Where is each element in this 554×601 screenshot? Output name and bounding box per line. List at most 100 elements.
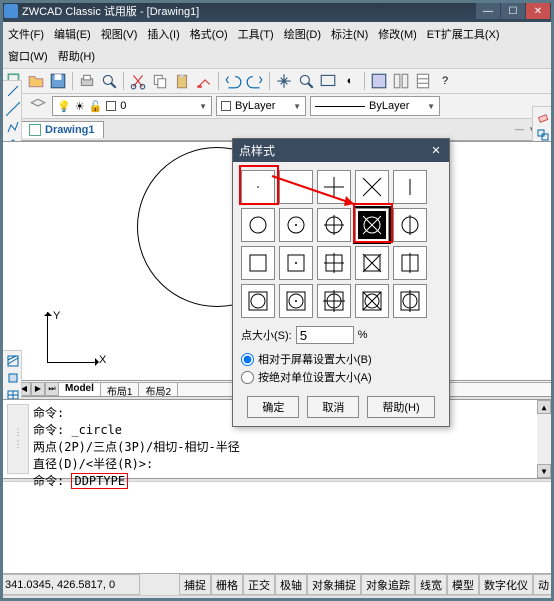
open-icon[interactable] xyxy=(26,71,46,91)
menu-dimension[interactable]: 标注(N) xyxy=(327,24,372,44)
pstyle-sqcircle-plus[interactable] xyxy=(317,284,351,318)
status-tablet[interactable]: 数字化仪 xyxy=(479,574,533,595)
pstyle-sqcircle-tick[interactable] xyxy=(393,284,427,318)
pstyle-sqcircle[interactable] xyxy=(241,284,275,318)
xline-icon[interactable] xyxy=(5,101,21,117)
pstyle-sqcircle-dot[interactable] xyxy=(279,284,313,318)
last-tab-icon[interactable]: ⏭ xyxy=(45,382,59,396)
pstyle-square-tick[interactable] xyxy=(393,246,427,280)
menu-et[interactable]: ET扩展工具(X) xyxy=(423,24,504,44)
cut-icon[interactable] xyxy=(128,71,148,91)
pstyle-plus[interactable] xyxy=(317,170,351,204)
status-dyn[interactable]: 动 xyxy=(533,574,554,595)
maximize-button[interactable]: ☐ xyxy=(501,3,525,19)
polyline-icon[interactable] xyxy=(5,119,21,135)
layer-color-swatch xyxy=(106,101,116,111)
status-snap[interactable]: 捕捉 xyxy=(179,574,211,595)
design-center-icon[interactable] xyxy=(391,71,411,91)
tab-layout1[interactable]: 布局1 xyxy=(101,383,140,396)
menu-view[interactable]: 视图(V) xyxy=(97,24,142,44)
copy-icon[interactable] xyxy=(150,71,170,91)
linetype-selector[interactable]: ByLayer ▼ xyxy=(310,96,440,116)
erase-icon[interactable] xyxy=(535,109,551,125)
next-tab-icon[interactable]: ▶ xyxy=(31,382,45,396)
undo-icon[interactable] xyxy=(223,71,243,91)
pstyle-square[interactable] xyxy=(241,246,275,280)
radio-relative[interactable] xyxy=(241,353,254,366)
props-icon[interactable] xyxy=(369,71,389,91)
status-model[interactable]: 模型 xyxy=(447,574,479,595)
menu-file[interactable]: 文件(F) xyxy=(4,24,48,44)
scroll-down-icon[interactable]: ▼ xyxy=(537,464,551,478)
zoom-rt-icon[interactable] xyxy=(296,71,316,91)
menu-window[interactable]: 窗口(W) xyxy=(4,46,52,66)
cancel-button[interactable]: 取消 xyxy=(307,396,359,418)
save-icon[interactable] xyxy=(48,71,68,91)
pstyle-dot[interactable] xyxy=(241,170,275,204)
close-button[interactable]: ✕ xyxy=(526,3,550,19)
pstyle-circle-plus[interactable] xyxy=(317,208,351,242)
dialog-titlebar[interactable]: 点样式 ✕ xyxy=(233,139,449,162)
pstyle-circle-dot[interactable] xyxy=(279,208,313,242)
statusbar: 341.0345, 426.5817, 0 捕捉 栅格 正交 极轴 对象捕捉 对… xyxy=(0,573,554,595)
calc-icon[interactable]: ? xyxy=(435,71,455,91)
status-polar[interactable]: 极轴 xyxy=(275,574,307,595)
region-icon[interactable] xyxy=(5,370,21,386)
size-input[interactable] xyxy=(296,326,354,344)
layer-selector[interactable]: 💡 ☀ 🔓 0 ▼ xyxy=(52,96,212,116)
sun-icon: ☀ xyxy=(75,100,85,113)
pstyle-x[interactable] xyxy=(355,170,389,204)
print-icon[interactable] xyxy=(77,71,97,91)
tool-palette-icon[interactable] xyxy=(413,71,433,91)
coords-readout[interactable]: 341.0345, 426.5817, 0 xyxy=(0,574,140,595)
menu-edit[interactable]: 编辑(E) xyxy=(50,24,95,44)
pstyle-circle-x[interactable] xyxy=(355,208,389,242)
menubar: 文件(F) 编辑(E) 视图(V) 插入(I) 格式(O) 工具(T) 绘图(D… xyxy=(0,22,554,69)
menu-insert[interactable]: 插入(I) xyxy=(143,24,183,44)
color-selector[interactable]: ByLayer ▼ xyxy=(216,96,306,116)
pstyle-circle[interactable] xyxy=(241,208,275,242)
status-osnap[interactable]: 对象捕捉 xyxy=(307,574,361,595)
preview-icon[interactable] xyxy=(99,71,119,91)
pan-icon[interactable] xyxy=(274,71,294,91)
command-handle[interactable]: ⋮⋮ xyxy=(7,404,29,474)
linetype-label: ByLayer xyxy=(369,100,409,112)
zoom-prev-icon[interactable]: ◐ xyxy=(340,71,360,91)
dialog-close-icon[interactable]: ✕ xyxy=(429,144,443,158)
paste-icon[interactable] xyxy=(172,71,192,91)
radio-absolute[interactable] xyxy=(241,371,254,384)
scroll-up-icon[interactable]: ▲ xyxy=(537,400,551,414)
ok-button[interactable]: 确定 xyxy=(247,396,299,418)
minimize-button[interactable]: — xyxy=(476,3,500,19)
tab-model[interactable]: Model xyxy=(59,383,101,396)
pstyle-none[interactable] xyxy=(279,170,313,204)
pstyle-sqcircle-x[interactable] xyxy=(355,284,389,318)
status-otrack[interactable]: 对象追踪 xyxy=(361,574,415,595)
document-tab[interactable]: Drawing1 xyxy=(20,121,104,138)
menu-draw[interactable]: 绘图(D) xyxy=(280,24,325,44)
menu-help[interactable]: 帮助(H) xyxy=(54,46,99,66)
menu-tools[interactable]: 工具(T) xyxy=(234,24,278,44)
pstyle-circle-tick[interactable] xyxy=(393,208,427,242)
line-icon[interactable] xyxy=(5,83,21,99)
layer-states-icon[interactable] xyxy=(28,96,48,116)
pstyle-tick[interactable] xyxy=(393,170,427,204)
match-icon[interactable] xyxy=(194,71,214,91)
pstyle-square-plus[interactable] xyxy=(317,246,351,280)
pstyle-square-dot[interactable] xyxy=(279,246,313,280)
toolbar-standard: ◐ ? xyxy=(0,69,554,94)
cmd-scrollbar[interactable]: ▲ ▼ xyxy=(537,400,551,478)
status-lwt[interactable]: 线宽 xyxy=(415,574,447,595)
status-grid[interactable]: 栅格 xyxy=(211,574,243,595)
zoom-win-icon[interactable] xyxy=(318,71,338,91)
pstyle-square-x[interactable] xyxy=(355,246,389,280)
tab-minimize-icon[interactable]: — xyxy=(513,124,526,135)
hatch-icon[interactable] xyxy=(5,353,21,369)
menu-format[interactable]: 格式(O) xyxy=(186,24,232,44)
tab-layout2[interactable]: 布局2 xyxy=(139,383,178,396)
menu-modify[interactable]: 修改(M) xyxy=(374,24,421,44)
titlebar: ZWCAD Classic 试用版 - [Drawing1] — ☐ ✕ xyxy=(0,0,554,22)
status-ortho[interactable]: 正交 xyxy=(243,574,275,595)
redo-icon[interactable] xyxy=(245,71,265,91)
help-button[interactable]: 帮助(H) xyxy=(367,396,434,418)
